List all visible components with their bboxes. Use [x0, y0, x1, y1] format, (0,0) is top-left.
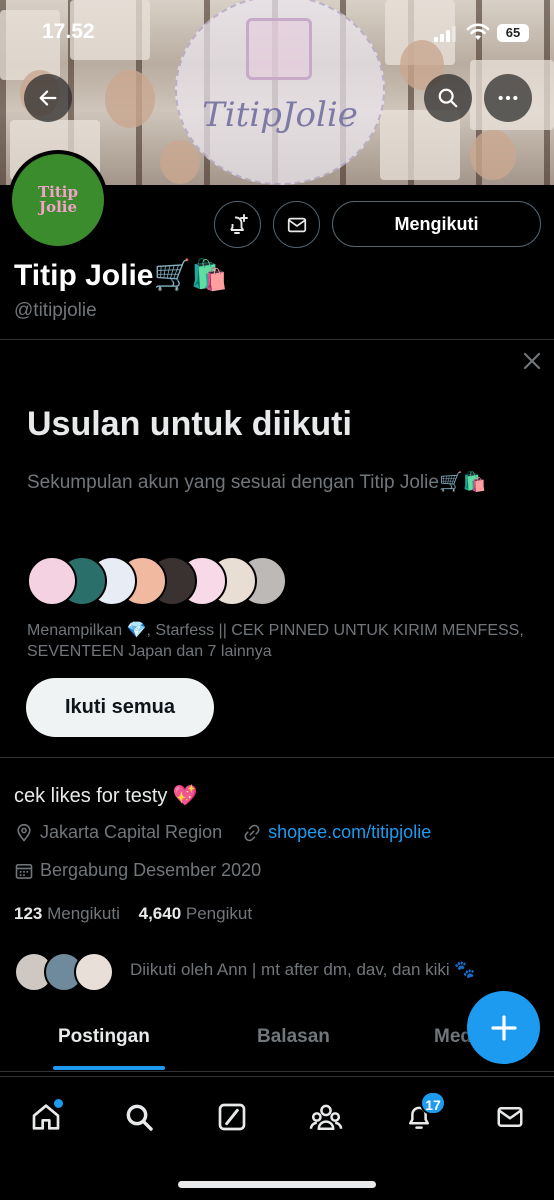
back-button[interactable] [24, 74, 72, 122]
nav-messages[interactable] [485, 1095, 535, 1139]
grok-icon [218, 1103, 246, 1131]
tab-replies[interactable]: Balasan [257, 1026, 330, 1048]
close-icon[interactable] [516, 345, 548, 377]
suggestions-showing-text: Menampilkan 💎, Starfess || CEK PINNED UN… [27, 622, 524, 660]
battery-indicator: 65 [497, 24, 529, 42]
unread-dot [54, 1099, 63, 1108]
bell-plus-icon [229, 213, 248, 234]
status-bar: 17.52 65 [0, 0, 554, 62]
followed-by-text: Diikuti oleh Ann | mt after dm, dav, dan… [130, 960, 476, 979]
calendar-icon [15, 863, 33, 879]
avatar-logo: Titip Jolie [12, 154, 104, 246]
profile-joined-date: Bergabung Desember 2020 [40, 860, 262, 880]
communities-icon [309, 1104, 343, 1131]
nav-home[interactable] [21, 1095, 71, 1139]
banner-photo-face [160, 140, 200, 184]
search-icon [126, 1104, 153, 1131]
profile-handle: @titipjolie [14, 300, 97, 321]
following-count: 123 [14, 904, 43, 923]
nav-grok[interactable] [207, 1095, 257, 1139]
plus-icon [490, 1014, 517, 1041]
nav-search[interactable] [114, 1095, 164, 1139]
nav-communities[interactable] [301, 1095, 351, 1139]
profile-location: Jakarta Capital Region [40, 822, 223, 842]
profile-bio: cek likes for testy 💖 [14, 785, 198, 807]
banner-photo-face [105, 70, 155, 128]
profile-website-link[interactable]: shopee.com/titipjolie [268, 822, 431, 843]
envelope-icon [497, 1107, 523, 1127]
followers-label: Pengikut [185, 904, 253, 923]
notifications-badge: 17 [420, 1091, 446, 1115]
follower-avatar [74, 952, 114, 992]
nav-notifications[interactable]: 17 [394, 1091, 446, 1139]
message-button[interactable] [273, 201, 320, 248]
profile-display-name: Titip Jolie🛒🛍️ [14, 259, 229, 292]
follow-all-button[interactable]: Ikuti semua [26, 678, 214, 737]
arrow-left-icon [39, 90, 57, 106]
profile-avatar[interactable]: Titip Jolie [8, 150, 108, 250]
compose-button[interactable] [467, 991, 540, 1064]
notify-button[interactable] [214, 201, 261, 248]
link-icon [244, 824, 260, 841]
suggested-account-avatar [27, 556, 77, 606]
wifi-icon [466, 23, 490, 40]
tab-posts[interactable]: Postingan [58, 1026, 150, 1048]
divider [0, 339, 554, 340]
search-icon [438, 88, 458, 108]
home-indicator[interactable] [178, 1181, 376, 1188]
banner-watermark-text: TitipJolie [202, 95, 358, 135]
suggestions-description: Sekumpulan akun yang sesuai dengan Titip… [27, 472, 487, 493]
cellular-signal-icon [434, 26, 456, 42]
more-horizontal-icon [498, 95, 518, 101]
following-label: Mengikuti [47, 904, 120, 923]
divider [0, 757, 554, 758]
profile-joined-row: Bergabung Desember 2020 [14, 860, 261, 881]
suggestions-title: Usulan untuk diikuti [27, 405, 352, 443]
active-tab-indicator [53, 1066, 165, 1070]
followers-count: 4,640 [138, 904, 182, 923]
following-stat[interactable]: 123 Mengikuti [14, 904, 120, 923]
suggested-accounts-avatars[interactable] [27, 556, 327, 606]
followed-by-row[interactable]: Diikuti oleh Ann | mt after dm, dav, dan… [14, 950, 514, 998]
more-options-button[interactable] [484, 74, 532, 122]
followers-stat[interactable]: 4,640 Pengikut [139, 904, 252, 923]
profile-meta-row: Jakarta Capital Region shopee.com/titipj… [14, 822, 431, 843]
envelope-icon [287, 217, 306, 232]
following-button[interactable]: Mengikuti [332, 201, 541, 247]
avatar-logo-line2: Jolie [38, 198, 78, 216]
banner-photo-face [470, 130, 516, 180]
status-time: 17.52 [42, 20, 95, 43]
location-pin-icon [17, 823, 31, 842]
search-button[interactable] [424, 74, 472, 122]
follow-stats: 123 Mengikuti 4,640 Pengikut [14, 904, 252, 924]
